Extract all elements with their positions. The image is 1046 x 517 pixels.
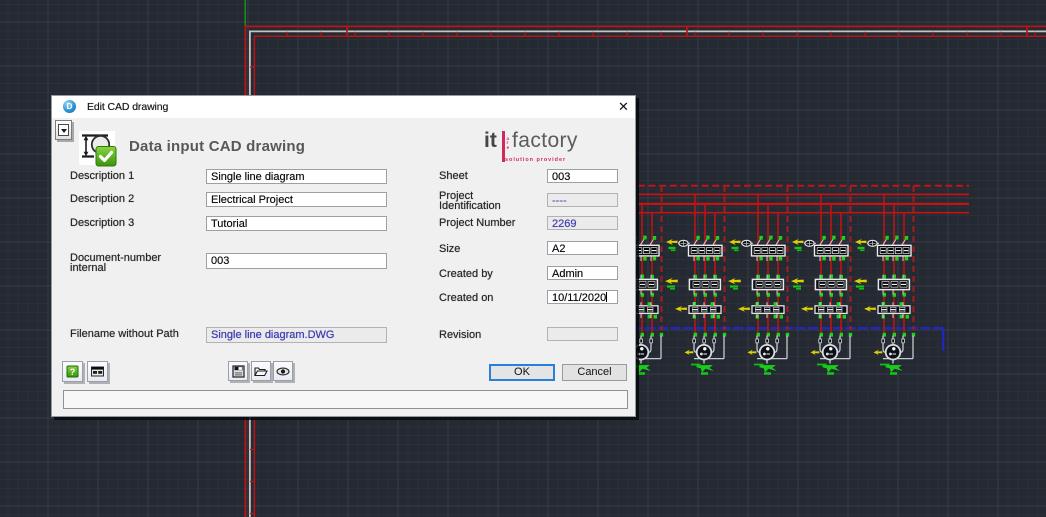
- svg-text:?: ?: [70, 367, 76, 377]
